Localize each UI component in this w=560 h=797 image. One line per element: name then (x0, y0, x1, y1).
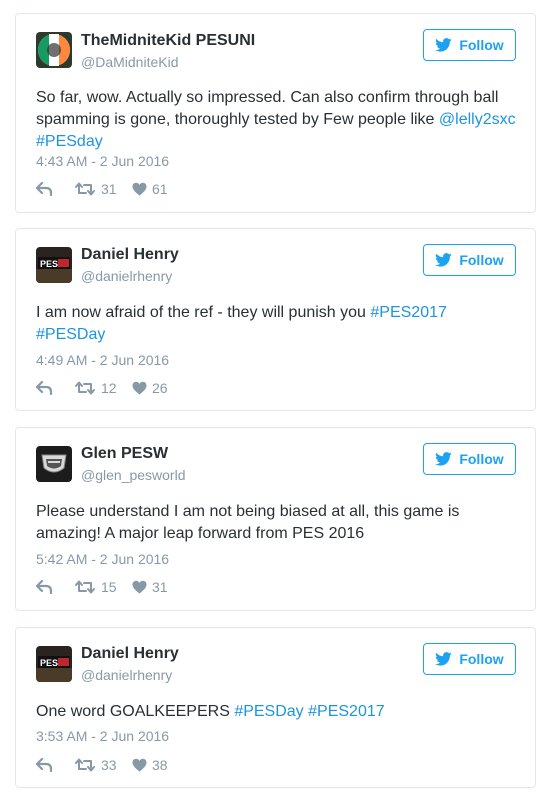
tweet-text-part: I am now afraid of the ref - they will p… (36, 304, 371, 321)
tweet-text: I am now afraid of the ref - they will p… (36, 302, 517, 346)
heart-icon (132, 758, 147, 772)
twitter-bird-icon (435, 38, 452, 52)
irish-flag-avatar-icon (36, 32, 72, 68)
retweet-button[interactable]: 12 (74, 379, 117, 397)
follow-label: Follow (459, 651, 504, 667)
reply-icon (36, 580, 53, 594)
user-name[interactable]: Daniel Henry (81, 645, 179, 663)
like-count: 31 (152, 579, 168, 595)
retweet-button[interactable]: 31 (74, 180, 117, 198)
tweet-card: TheMidniteKid PESUNI @DaMidniteKid Follo… (15, 13, 536, 213)
twitter-bird-icon (435, 652, 452, 666)
avatar[interactable] (36, 446, 72, 482)
tweet-text: So far, wow. Actually so impressed. Can … (36, 87, 517, 153)
follow-label: Follow (459, 37, 504, 53)
user-handle[interactable]: @danielrhenry (81, 667, 172, 683)
follow-button[interactable]: Follow (423, 643, 516, 675)
like-button[interactable]: 31 (132, 578, 168, 596)
like-button[interactable]: 38 (132, 756, 168, 774)
user-handle[interactable]: @glen_pesworld (81, 467, 186, 483)
reply-button[interactable] (36, 180, 53, 198)
pes-logo-avatar-icon: PES (36, 247, 72, 283)
retweet-icon (75, 580, 95, 594)
reply-icon (36, 182, 53, 196)
like-button[interactable]: 26 (132, 379, 168, 397)
pesworld-badge-avatar-icon (36, 446, 72, 482)
follow-button[interactable]: Follow (423, 443, 516, 475)
retweet-button[interactable]: 33 (74, 756, 117, 774)
reply-button[interactable] (36, 578, 53, 596)
retweet-count: 15 (101, 579, 117, 595)
heart-icon (132, 182, 147, 196)
tweet-timestamp[interactable]: 5:42 AM - 2 Jun 2016 (36, 551, 169, 567)
retweet-icon (75, 182, 95, 196)
tweet-card: Glen PESW @glen_pesworld Follow Please u… (15, 427, 536, 611)
follow-label: Follow (459, 451, 504, 467)
like-button[interactable]: 61 (132, 180, 168, 198)
tweet-timestamp[interactable]: 4:49 AM - 2 Jun 2016 (36, 352, 169, 368)
follow-button[interactable]: Follow (423, 244, 516, 276)
twitter-bird-icon (435, 253, 452, 267)
reply-icon (36, 758, 53, 772)
mention-link[interactable]: @lelly2sxc (439, 111, 516, 128)
retweet-icon (75, 381, 95, 395)
avatar[interactable]: PES (36, 646, 72, 682)
retweet-icon (75, 758, 95, 772)
follow-label: Follow (459, 252, 504, 268)
tweet-text-part: So far, wow. Actually so impressed. Can … (36, 89, 499, 128)
follow-button[interactable]: Follow (423, 29, 516, 61)
like-count: 38 (152, 757, 168, 773)
hashtag-link[interactable]: #PESDay (234, 703, 303, 720)
hashtag-link[interactable]: #PES2017 (370, 304, 447, 321)
retweet-count: 31 (101, 181, 117, 197)
user-handle[interactable]: @DaMidniteKid (81, 54, 178, 70)
avatar[interactable] (36, 32, 72, 68)
tweet-text-part: Please understand I am not being biased … (36, 503, 460, 542)
svg-text:PES: PES (40, 658, 58, 668)
retweet-button[interactable]: 15 (74, 578, 117, 596)
twitter-bird-icon (435, 452, 452, 466)
retweet-count: 12 (101, 380, 117, 396)
user-name[interactable]: Daniel Henry (81, 246, 179, 264)
avatar[interactable]: PES (36, 247, 72, 283)
tweet-text-part: One word GOALKEEPERS (36, 703, 235, 720)
heart-icon (132, 580, 147, 594)
like-count: 61 (152, 181, 168, 197)
reply-button[interactable] (36, 756, 53, 774)
hashtag-link[interactable]: #PES2017 (308, 703, 385, 720)
like-count: 26 (152, 380, 168, 396)
user-name[interactable]: Glen PESW (81, 445, 168, 463)
user-name[interactable]: TheMidniteKid PESUNI (81, 32, 255, 50)
pes-logo-avatar-icon: PES (36, 646, 72, 682)
heart-icon (132, 381, 147, 395)
tweet-text: One word GOALKEEPERS #PESDay #PES2017 (36, 701, 517, 723)
tweet-timestamp[interactable]: 4:43 AM - 2 Jun 2016 (36, 153, 169, 169)
hashtag-link[interactable]: #PESday (36, 133, 103, 150)
svg-text:PES: PES (40, 259, 58, 269)
retweet-count: 33 (101, 757, 117, 773)
tweet-text: Please understand I am not being biased … (36, 501, 517, 545)
reply-button[interactable] (36, 379, 53, 397)
tweet-timestamp[interactable]: 3:53 AM - 2 Jun 2016 (36, 728, 169, 744)
hashtag-link[interactable]: #PESDay (36, 326, 105, 343)
user-handle[interactable]: @danielrhenry (81, 268, 172, 284)
tweet-card: PES Daniel Henry @danielrhenry Follow On… (15, 627, 536, 788)
tweet-card: PES Daniel Henry @danielrhenry Follow I … (15, 228, 536, 411)
reply-icon (36, 381, 53, 395)
